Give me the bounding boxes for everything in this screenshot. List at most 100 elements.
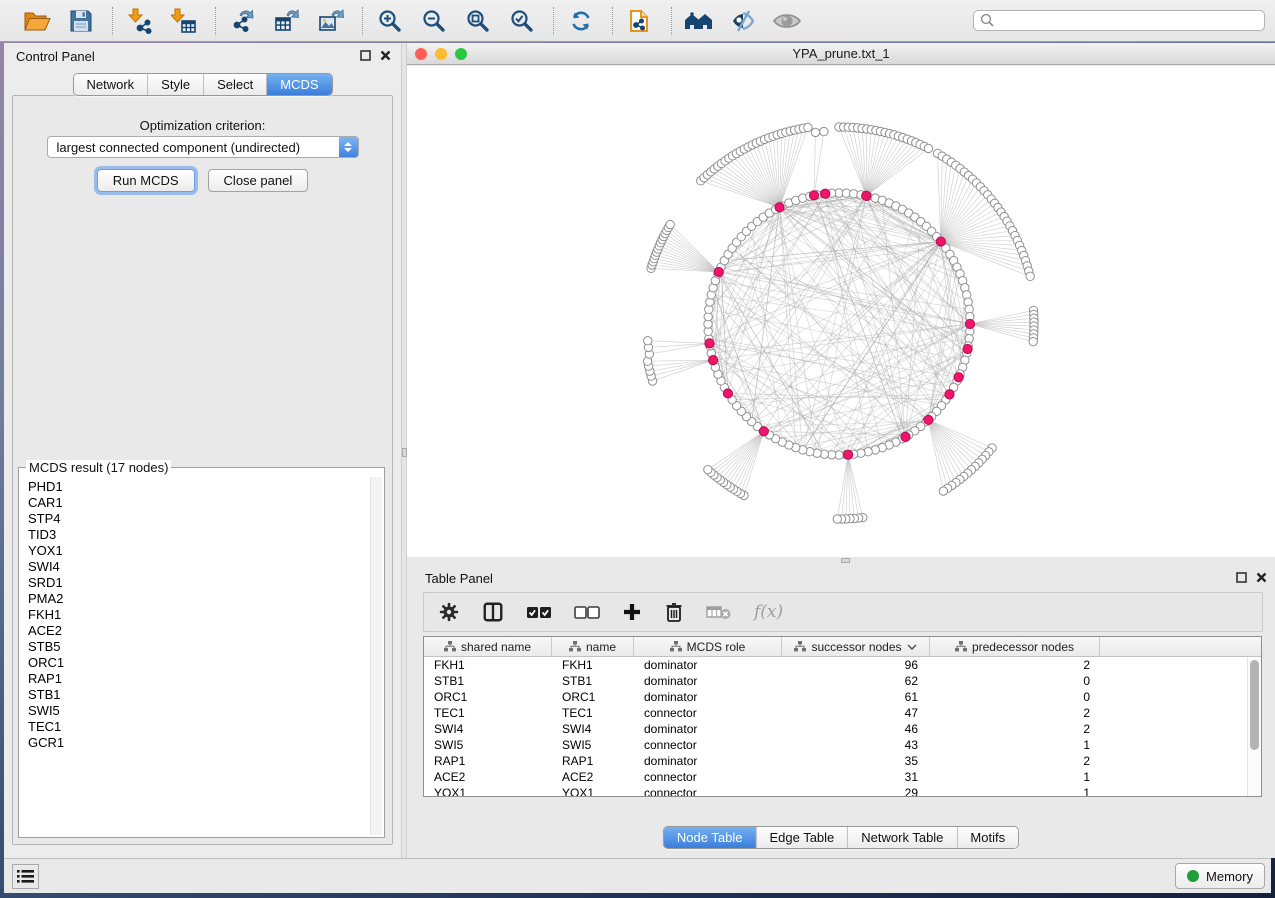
network-node[interactable] bbox=[804, 123, 812, 131]
deselect-all-icon[interactable] bbox=[574, 597, 600, 627]
horizontal-splitter[interactable] bbox=[407, 557, 1275, 564]
settings-icon[interactable] bbox=[438, 597, 460, 627]
table-row[interactable]: FKH1FKH1dominator962 bbox=[424, 657, 1247, 673]
network-node[interactable] bbox=[704, 465, 712, 473]
mcds-result-item[interactable]: SWI5 bbox=[21, 703, 368, 719]
mcds-result-item[interactable]: SWI4 bbox=[21, 559, 368, 575]
mcds-node[interactable] bbox=[945, 390, 954, 399]
mcds-result-item[interactable]: YOX1 bbox=[21, 543, 368, 559]
mcds-node[interactable] bbox=[924, 415, 933, 424]
splitter-grip[interactable] bbox=[841, 558, 850, 563]
column-header-predecessor-nodes[interactable]: predecessor nodes bbox=[930, 637, 1100, 656]
scrollbar-thumb[interactable] bbox=[1250, 660, 1259, 750]
tab-edge-table[interactable]: Edge Table bbox=[755, 827, 847, 848]
search-box[interactable] bbox=[973, 10, 1265, 31]
import-table-icon[interactable] bbox=[167, 5, 201, 37]
table-row[interactable]: TEC1TEC1connector472 bbox=[424, 705, 1247, 721]
run-mcds-button[interactable]: Run MCDS bbox=[97, 169, 195, 192]
mcds-node[interactable] bbox=[954, 373, 963, 382]
mcds-node[interactable] bbox=[965, 319, 974, 328]
network-node[interactable] bbox=[811, 128, 819, 136]
mcds-result-item[interactable]: STB5 bbox=[21, 639, 368, 655]
mcds-result-item[interactable]: FKH1 bbox=[21, 607, 368, 623]
mcds-node[interactable] bbox=[723, 389, 732, 398]
function-icon[interactable]: f(x) bbox=[754, 597, 783, 627]
export-network-icon[interactable] bbox=[226, 5, 260, 37]
mcds-node[interactable] bbox=[708, 356, 717, 365]
column-header-shared-name[interactable]: shared name bbox=[424, 637, 552, 656]
add-icon[interactable] bbox=[622, 597, 642, 627]
criterion-select[interactable]: largest connected component (undirected) bbox=[47, 136, 359, 158]
table-row[interactable]: ACE2ACE2connector311 bbox=[424, 769, 1247, 785]
mcds-result-item[interactable]: GCR1 bbox=[21, 735, 368, 751]
table-row[interactable]: ORC1ORC1dominator610 bbox=[424, 689, 1247, 705]
select-all-icon[interactable] bbox=[526, 597, 552, 627]
mcds-result-list[interactable]: PHD1CAR1STP4TID3YOX1SWI4SRD1PMA2FKH1ACE2… bbox=[21, 479, 368, 835]
mcds-result-item[interactable]: PHD1 bbox=[21, 479, 368, 495]
open-icon[interactable] bbox=[20, 5, 54, 37]
float-panel-icon[interactable] bbox=[360, 50, 371, 61]
mcds-result-item[interactable]: PMA2 bbox=[21, 591, 368, 607]
mcds-result-item[interactable]: TEC1 bbox=[21, 719, 368, 735]
save-icon[interactable] bbox=[64, 5, 98, 37]
delete-icon[interactable] bbox=[664, 597, 684, 627]
zoom-fit-icon[interactable] bbox=[461, 5, 495, 37]
window-close-icon[interactable] bbox=[415, 48, 427, 60]
eye-icon[interactable] bbox=[770, 5, 804, 37]
table-row[interactable]: STB1STB1dominator620 bbox=[424, 673, 1247, 689]
mcds-node[interactable] bbox=[775, 203, 784, 212]
network-canvas[interactable] bbox=[407, 66, 1275, 557]
mcds-result-item[interactable]: CAR1 bbox=[21, 495, 368, 511]
table-row[interactable]: SWI4SWI4dominator462 bbox=[424, 721, 1247, 737]
network-node[interactable] bbox=[833, 515, 841, 523]
refresh-icon[interactable] bbox=[564, 5, 598, 37]
network-document-icon[interactable] bbox=[623, 5, 657, 37]
mcds-node[interactable] bbox=[844, 450, 853, 459]
mcds-node[interactable] bbox=[936, 237, 945, 246]
memory-button[interactable]: Memory bbox=[1175, 863, 1265, 889]
delete-table-icon[interactable] bbox=[706, 597, 732, 627]
tab-network[interactable]: Network bbox=[73, 74, 147, 95]
zoom-out-icon[interactable] bbox=[417, 5, 451, 37]
network-node[interactable] bbox=[644, 337, 652, 345]
table-row[interactable]: YOX1YOX1connector291 bbox=[424, 785, 1247, 797]
mcds-result-item[interactable]: ORC1 bbox=[21, 655, 368, 671]
network-graph[interactable] bbox=[407, 66, 1275, 557]
network-node[interactable] bbox=[1026, 272, 1034, 280]
tab-style[interactable]: Style bbox=[147, 74, 203, 95]
mcds-node[interactable] bbox=[705, 339, 714, 348]
network-node[interactable] bbox=[820, 127, 828, 135]
float-panel-icon[interactable] bbox=[1236, 572, 1247, 583]
mcds-node[interactable] bbox=[963, 344, 972, 353]
mcds-result-item[interactable]: RAP1 bbox=[21, 671, 368, 687]
show-panel-button[interactable] bbox=[12, 864, 39, 889]
close-panel-icon[interactable] bbox=[1256, 572, 1267, 583]
close-panel-button[interactable]: Close panel bbox=[208, 169, 309, 192]
table-scrollbar[interactable] bbox=[1247, 657, 1261, 796]
search-input[interactable] bbox=[995, 12, 1264, 29]
tab-node-table[interactable]: Node Table bbox=[664, 827, 756, 848]
export-table-icon[interactable] bbox=[270, 5, 304, 37]
mcds-result-item[interactable]: ACE2 bbox=[21, 623, 368, 639]
window-zoom-icon[interactable] bbox=[455, 48, 467, 60]
network-node[interactable] bbox=[1029, 337, 1037, 345]
table-row[interactable]: SWI5SWI5connector431 bbox=[424, 737, 1247, 753]
mcds-result-item[interactable]: TID3 bbox=[21, 527, 368, 543]
mcds-result-item[interactable]: SRD1 bbox=[21, 575, 368, 591]
mcds-result-item[interactable]: STB1 bbox=[21, 687, 368, 703]
table-row[interactable]: RAP1RAP1dominator352 bbox=[424, 753, 1247, 769]
column-header-successor-nodes[interactable]: successor nodes bbox=[782, 637, 930, 656]
mcds-node[interactable] bbox=[862, 191, 871, 200]
network-node[interactable] bbox=[666, 220, 674, 228]
close-panel-icon[interactable] bbox=[380, 50, 391, 61]
mcds-node[interactable] bbox=[809, 191, 818, 200]
network-node[interactable] bbox=[924, 144, 932, 152]
mcds-node[interactable] bbox=[901, 432, 910, 441]
zoom-in-icon[interactable] bbox=[373, 5, 407, 37]
home-icon[interactable] bbox=[682, 5, 716, 37]
mcds-node[interactable] bbox=[821, 189, 830, 198]
zoom-selected-icon[interactable] bbox=[505, 5, 539, 37]
import-network-icon[interactable] bbox=[123, 5, 157, 37]
mcds-result-item[interactable]: STP4 bbox=[21, 511, 368, 527]
tab-mcds[interactable]: MCDS bbox=[266, 74, 331, 95]
